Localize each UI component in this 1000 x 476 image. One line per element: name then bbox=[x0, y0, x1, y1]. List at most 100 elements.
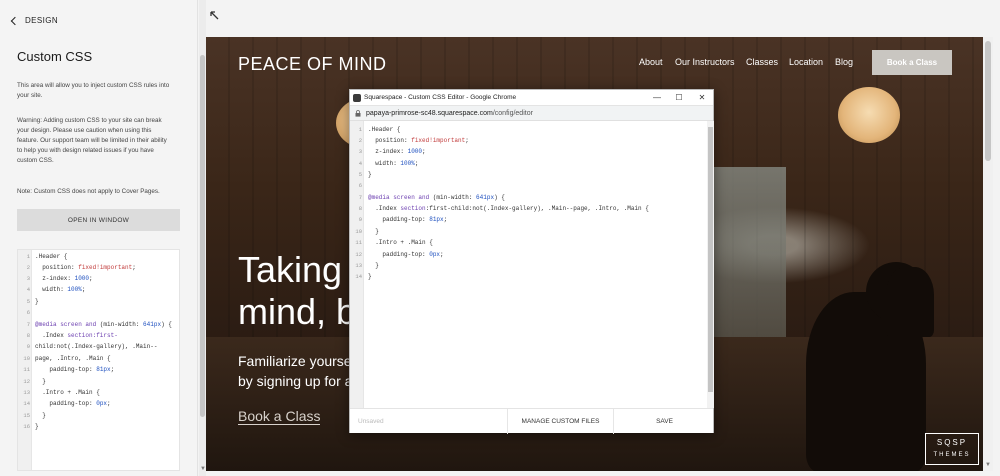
nav-link-about[interactable]: About bbox=[639, 57, 663, 67]
code-token: 1000 bbox=[74, 275, 90, 282]
lock-icon bbox=[355, 110, 361, 117]
line-number: 10 bbox=[355, 228, 362, 235]
code-line: padding-top: 0px; bbox=[368, 251, 443, 258]
close-button[interactable]: ✕ bbox=[695, 92, 709, 104]
scrollbar-thumb[interactable] bbox=[708, 127, 713, 392]
code-token: 0px bbox=[96, 400, 108, 407]
line-number: 11 bbox=[23, 366, 30, 373]
warning-line: to help you with design related issues i… bbox=[17, 147, 154, 154]
code-token: fixed!important bbox=[78, 264, 133, 271]
browser-app-icon bbox=[353, 94, 361, 102]
nav-link-blog[interactable]: Blog bbox=[835, 57, 853, 67]
save-status: Unsaved bbox=[358, 418, 384, 425]
expand-preview-icon[interactable] bbox=[210, 11, 220, 21]
manage-custom-files-button[interactable]: MANAGE CUSTOM FILES bbox=[507, 409, 613, 434]
scrollbar-thumb[interactable] bbox=[200, 55, 205, 417]
code-token: padding-top: bbox=[35, 366, 97, 373]
code-token: section:first- bbox=[67, 332, 118, 339]
code-token: 641px bbox=[143, 321, 162, 328]
code-token: ; bbox=[89, 275, 93, 282]
line-number: 12 bbox=[23, 378, 30, 385]
code-token: 0px bbox=[429, 251, 441, 258]
window-titlebar[interactable]: Squarespace - Custom CSS Editor - Google… bbox=[350, 90, 713, 106]
hero-person bbox=[886, 267, 934, 337]
code-line: } bbox=[368, 171, 372, 178]
warning-line: Warning: Adding custom CSS to your site … bbox=[17, 117, 162, 124]
code-line: padding-top: 81px; bbox=[35, 366, 114, 373]
line-number: 9 bbox=[358, 216, 362, 223]
css-editor-window: Squarespace - Custom CSS Editor - Google… bbox=[349, 89, 715, 434]
minimize-button[interactable]: — bbox=[650, 92, 664, 104]
code-token: (min-width: bbox=[96, 321, 144, 328]
code-token: and bbox=[85, 321, 97, 328]
sqsp-themes-badge: SQSP THEMES bbox=[925, 433, 979, 465]
back-label: DESIGN bbox=[25, 16, 59, 25]
code-token: ) { bbox=[161, 321, 172, 328]
code-line: z-index: 1000; bbox=[35, 275, 93, 282]
code-line: child:not(.Index-gallery), .Main-- bbox=[35, 343, 158, 350]
nav-link-instructors[interactable]: Our Instructors bbox=[675, 57, 735, 67]
code-token: 81px bbox=[96, 366, 111, 373]
inline-css-editor[interactable]: 1 2 3 4 5 6 7 8 9 10 11 12 13 14 15 16 .… bbox=[17, 249, 180, 471]
code-line: @media screen and (min-width: 641px) { bbox=[368, 194, 505, 201]
code-token: 81px bbox=[429, 216, 444, 223]
code-token: 100% bbox=[400, 160, 415, 167]
code-token: and bbox=[418, 194, 430, 201]
line-number: 13 bbox=[23, 389, 30, 396]
code-token: .Index bbox=[35, 332, 68, 339]
preview-scrollbar[interactable]: ▼ bbox=[983, 37, 993, 471]
code-token: screen bbox=[56, 321, 86, 328]
code-token: @media bbox=[35, 321, 57, 328]
nav-link-location[interactable]: Location bbox=[789, 57, 823, 67]
code-token: ; bbox=[465, 137, 469, 144]
hero-subtitle-line: Familiarize yourse bbox=[238, 353, 352, 369]
warning-line: feature. Our support team will be limite… bbox=[17, 137, 167, 144]
nav-link-classes[interactable]: Classes bbox=[746, 57, 778, 67]
line-number: 6 bbox=[358, 182, 362, 189]
editor-scrollbar[interactable] bbox=[707, 121, 714, 408]
url-host: papaya-primrose-sc48.squarespace.com bbox=[366, 110, 493, 117]
site-logo[interactable]: PEACE OF MIND bbox=[238, 54, 387, 75]
code-token: position: bbox=[368, 137, 412, 144]
css-code-editor[interactable]: 1 2 3 4 5 6 7 8 9 10 11 12 13 14 .Header… bbox=[350, 121, 706, 408]
line-number: 2 bbox=[26, 264, 30, 271]
code-token: screen bbox=[389, 194, 419, 201]
line-number: 16 bbox=[23, 423, 30, 430]
hero-title-line: Taking bbox=[238, 249, 343, 290]
book-class-button[interactable]: Book a Class bbox=[872, 50, 952, 75]
code-token: ; bbox=[81, 286, 86, 293]
save-button[interactable]: SAVE bbox=[613, 409, 715, 434]
code-line: } bbox=[35, 412, 46, 419]
code-line: } bbox=[368, 228, 379, 235]
back-to-design-link[interactable]: DESIGN bbox=[10, 16, 59, 25]
code-token: } bbox=[35, 298, 39, 305]
panel-title: Custom CSS bbox=[17, 49, 93, 64]
scroll-down-icon[interactable]: ▼ bbox=[985, 462, 991, 468]
design-panel: DESIGN Custom CSS This area will allow y… bbox=[0, 0, 198, 476]
app-root: DESIGN Custom CSS This area will allow y… bbox=[0, 0, 1000, 476]
line-number: 1 bbox=[26, 253, 30, 260]
code-line: } bbox=[368, 273, 372, 280]
window-title: Squarespace - Custom CSS Editor - Google… bbox=[364, 94, 517, 101]
line-number: 4 bbox=[358, 160, 362, 167]
hero-book-link[interactable]: Book a Class bbox=[238, 408, 321, 425]
code-line: .Header { bbox=[35, 253, 67, 260]
scrollbar-thumb[interactable] bbox=[985, 41, 991, 161]
code-token: ) { bbox=[494, 194, 505, 201]
line-number: 7 bbox=[26, 321, 30, 328]
address-bar[interactable]: papaya-primrose-sc48.squarespace.com/con… bbox=[350, 106, 713, 121]
warning-line: your design. Please use caution when usi… bbox=[17, 127, 152, 134]
code-line: .Intro + .Main { bbox=[368, 239, 433, 246]
code-token: padding-top: bbox=[368, 216, 430, 223]
maximize-button[interactable]: ☐ bbox=[672, 92, 686, 104]
chevron-left-icon bbox=[10, 16, 20, 25]
code-token: z-index: bbox=[35, 275, 75, 282]
preview-toolbar bbox=[206, 0, 1000, 37]
hero-title-line: mind, b bbox=[238, 291, 357, 332]
code-token: position: bbox=[35, 264, 79, 271]
panel-scrollbar[interactable]: ▼ bbox=[199, 0, 206, 476]
code-line: width: 100%; bbox=[35, 286, 85, 293]
open-in-window-button[interactable]: OPEN IN WINDOW bbox=[17, 209, 180, 231]
code-line: } bbox=[368, 262, 379, 269]
line-number: 8 bbox=[26, 332, 30, 339]
